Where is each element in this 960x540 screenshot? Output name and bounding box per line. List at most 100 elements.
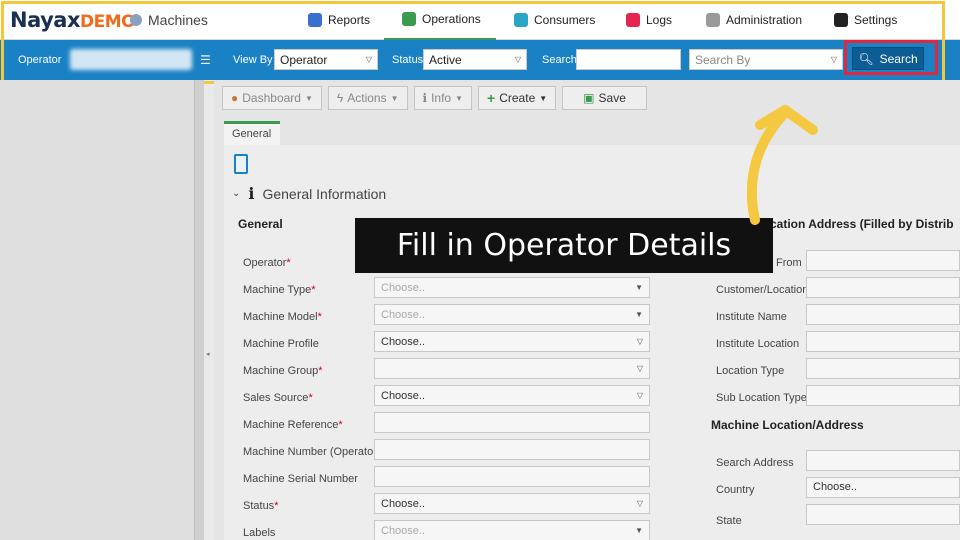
required-marker: * — [338, 419, 343, 431]
save-label: Save — [598, 91, 626, 105]
lightning-icon: ϟ — [336, 91, 344, 105]
field-label: Machine Model* — [243, 311, 322, 323]
location-field-input[interactable] — [806, 504, 960, 525]
required-marker: * — [308, 392, 313, 404]
dashboard-icon: ● — [231, 91, 239, 105]
dashboard-button[interactable]: ● Dashboard ▼ — [222, 86, 322, 110]
tab-general-label: General — [232, 128, 272, 140]
field-label-text: Machine Model — [243, 311, 318, 323]
field-label: Labels — [243, 527, 275, 539]
machine-toolbar: ● Dashboard ▼ ϟ Actions ▼ ℹ Info ▼ + Cre… — [222, 86, 647, 110]
field-label-text: Operator — [243, 257, 287, 269]
field-value: Choose.. — [381, 389, 426, 402]
location-field-input[interactable]: Choose.. — [806, 477, 960, 498]
address-field-input[interactable] — [806, 331, 960, 352]
field-label: Operator* — [243, 257, 291, 269]
field-value: Choose.. — [381, 524, 426, 537]
form-field-input[interactable]: Choose.. ▼ — [374, 304, 650, 325]
create-button[interactable]: + Create ▼ — [478, 86, 557, 110]
machine-location-heading: Machine Location/Address — [711, 418, 864, 432]
required-marker: * — [317, 311, 322, 323]
form-field-input[interactable]: Choose.. ▽ — [374, 493, 650, 514]
chevron-down-icon: ▽ — [636, 391, 643, 400]
section-general-information[interactable]: ⌄ i General Information — [232, 184, 386, 203]
form-field-input[interactable]: ▽ — [374, 358, 650, 379]
field-label-text: Labels — [243, 527, 276, 539]
section-title: General Information — [262, 185, 387, 202]
field-label: Sales Source* — [243, 392, 313, 404]
actions-button[interactable]: ϟ Actions ▼ — [327, 86, 408, 110]
address-field-input[interactable] — [806, 385, 960, 406]
location-field-label: State — [716, 515, 742, 527]
address-field-label: Sub Location Type — [716, 392, 807, 404]
chevron-down-icon: ▽ — [636, 337, 643, 346]
pane-splitter[interactable] — [194, 80, 204, 540]
chevron-down-icon: ⌄ — [232, 188, 241, 199]
address-field-label: Location Type — [716, 365, 785, 377]
field-value: Choose.. — [381, 497, 426, 510]
chevron-down-icon: ▽ — [636, 364, 643, 373]
field-label: Machine Serial Number — [243, 473, 358, 485]
chevron-down-icon: ▼ — [455, 93, 464, 103]
save-button[interactable]: ▣ Save — [562, 86, 647, 110]
field-value: Choose.. — [381, 335, 426, 348]
address-field-input[interactable] — [806, 358, 960, 379]
form-field-input[interactable]: Choose.. ▼ — [374, 277, 650, 298]
field-label: Machine Number (Operator) — [243, 446, 381, 458]
info-label: Info — [431, 91, 452, 105]
chevron-down-icon: ▼ — [304, 93, 313, 103]
tab-general[interactable]: General — [224, 121, 280, 145]
form-field-input[interactable] — [374, 466, 650, 487]
chevron-down-icon: ▼ — [390, 93, 399, 103]
document-icon — [234, 154, 248, 174]
plus-icon: + — [487, 90, 496, 106]
location-field-label: Country — [716, 484, 755, 496]
form-field-input[interactable]: Choose.. ▽ — [374, 385, 650, 406]
caption-text: Fill in Operator Details — [396, 228, 732, 263]
field-label-text: Machine Reference — [243, 419, 339, 431]
address-field-input[interactable] — [806, 277, 960, 298]
field-label-text: Sales Source — [243, 392, 309, 404]
field-label: Machine Profile — [243, 338, 319, 350]
field-label-text: Machine Group — [243, 365, 319, 377]
field-label: Status* — [243, 500, 278, 512]
form-field-input[interactable] — [374, 412, 650, 433]
tutorial-caption: Fill in Operator Details — [355, 218, 773, 273]
field-value: Choose.. — [381, 281, 426, 294]
required-marker: * — [274, 500, 279, 512]
general-subheading: General — [238, 217, 283, 231]
required-marker: * — [286, 257, 291, 269]
address-field-input[interactable] — [806, 304, 960, 325]
location-field-input[interactable] — [806, 450, 960, 471]
field-label: Machine Group* — [243, 365, 323, 377]
required-marker: * — [318, 365, 323, 377]
info-icon: ℹ — [422, 91, 428, 105]
chevron-down-icon: ▽ — [636, 499, 643, 508]
chevron-down-icon: ▼ — [635, 526, 643, 535]
field-label-text: Machine Number (Operator) — [243, 446, 381, 458]
form-field-input[interactable]: Choose.. ▼ — [374, 520, 650, 540]
info-icon: i — [248, 184, 255, 203]
required-marker: * — [311, 284, 316, 296]
left-tree-pane — [0, 80, 204, 540]
form-field-input[interactable]: Choose.. ▽ — [374, 331, 650, 352]
dashboard-label: Dashboard — [242, 91, 301, 105]
chevron-down-icon: ▼ — [635, 310, 643, 319]
header-highlight — [1, 1, 945, 84]
collapse-handle-icon[interactable]: ◂ — [206, 350, 210, 358]
actions-label: Actions — [347, 91, 387, 105]
form-field-input[interactable] — [374, 439, 650, 460]
field-label: Machine Type* — [243, 284, 316, 296]
field-label: Machine Reference* — [243, 419, 343, 431]
field-label-text: Machine Profile — [243, 338, 319, 350]
address-field-label: Institute Name — [716, 311, 787, 323]
address-field-label: From — [776, 257, 802, 269]
field-label-text: Machine Serial Number — [243, 473, 358, 485]
address-field-label: Institute Location — [716, 338, 800, 350]
address-field-label: Customer/Location — [716, 284, 809, 296]
field-label-text: Status — [243, 500, 275, 512]
save-icon: ▣ — [583, 91, 595, 105]
info-button[interactable]: ℹ Info ▼ — [413, 86, 473, 110]
address-field-input[interactable] — [806, 250, 960, 271]
curved-arrow-icon — [746, 105, 818, 225]
